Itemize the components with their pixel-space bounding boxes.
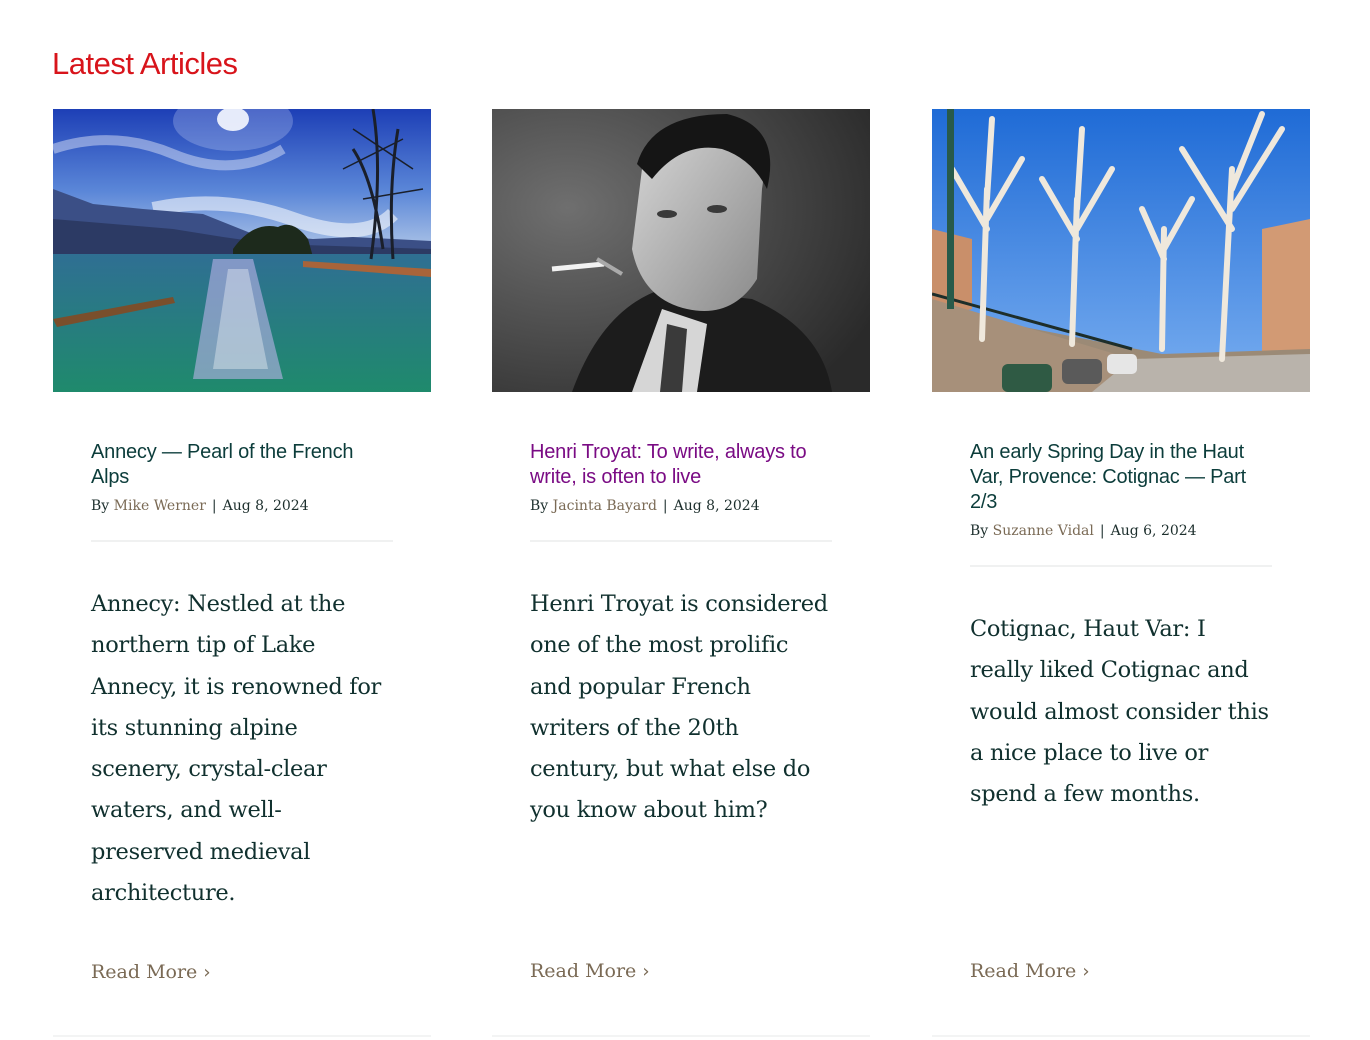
article-date: Aug 8, 2024 <box>673 498 760 514</box>
article-card: An early Spring Day in the Haut Var, Pro… <box>932 109 1310 1040</box>
article-body: An early Spring Day in the Haut Var, Pro… <box>970 440 1272 815</box>
divider <box>970 565 1272 567</box>
article-title[interactable]: Annecy — Pearl of the French Alps <box>91 440 393 490</box>
byline-prefix: By <box>970 523 989 539</box>
divider <box>91 540 393 542</box>
meta-separator: | <box>662 498 668 514</box>
article-card: Henri Troyat: To write, always to write,… <box>492 109 870 1040</box>
article-card: Annecy — Pearl of the French Alps By Mik… <box>53 109 431 1040</box>
read-more-link[interactable]: Read More › <box>970 960 1090 982</box>
article-date: Aug 6, 2024 <box>1110 523 1197 539</box>
read-more-label: Read More <box>530 960 637 982</box>
article-image-henri-troyat[interactable] <box>492 109 870 392</box>
article-title[interactable]: Henri Troyat: To write, always to write,… <box>530 440 832 490</box>
byline-prefix: By <box>530 498 549 514</box>
article-excerpt: Annecy: Nestled at the northern tip of L… <box>91 591 382 907</box>
article-excerpt: Henri Troyat is considered one of the mo… <box>530 591 828 824</box>
chevron-right-icon: › <box>203 962 211 983</box>
byline-prefix: By <box>91 498 110 514</box>
article-meta: By Suzanne Vidal | Aug 6, 2024 <box>970 523 1272 539</box>
divider <box>530 540 832 542</box>
read-more-label: Read More <box>91 961 198 983</box>
card-bottom-divider <box>53 1035 431 1037</box>
article-body: Annecy — Pearl of the French Alps By Mik… <box>91 440 393 914</box>
article-excerpt: Cotignac, Haut Var: I really liked Cotig… <box>970 616 1269 808</box>
author-link[interactable]: Jacinta Bayard <box>553 498 657 514</box>
article-meta: By Mike Werner | Aug 8, 2024 <box>91 498 393 514</box>
read-more-label: Read More <box>970 960 1077 982</box>
article-title[interactable]: An early Spring Day in the Haut Var, Pro… <box>970 440 1272 515</box>
chevron-right-icon: › <box>1082 961 1090 982</box>
read-more-link[interactable]: Read More › <box>530 960 650 982</box>
section-title: Latest Articles <box>52 46 238 81</box>
chevron-right-icon: › <box>642 961 650 982</box>
card-bottom-divider <box>492 1035 870 1037</box>
article-image-lake-annecy[interactable] <box>53 109 431 392</box>
article-meta: By Jacinta Bayard | Aug 8, 2024 <box>530 498 832 514</box>
read-more-link[interactable]: Read More › <box>91 961 211 983</box>
article-image-cotignac[interactable] <box>932 109 1310 392</box>
card-bottom-divider <box>932 1035 1310 1037</box>
author-link[interactable]: Mike Werner <box>114 498 206 514</box>
author-link[interactable]: Suzanne Vidal <box>993 523 1094 539</box>
article-date: Aug 8, 2024 <box>222 498 309 514</box>
meta-separator: | <box>211 498 217 514</box>
meta-separator: | <box>1099 523 1105 539</box>
article-body: Henri Troyat: To write, always to write,… <box>530 440 832 832</box>
